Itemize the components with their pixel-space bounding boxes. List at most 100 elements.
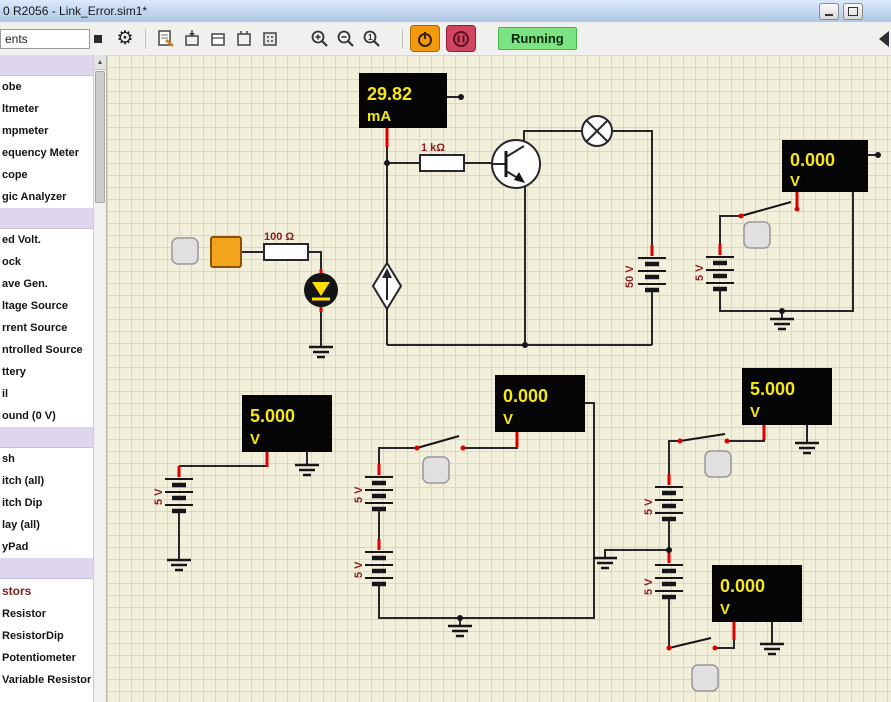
sidebar-item-probe[interactable]: obe [0, 76, 94, 98]
ground-symbol [448, 626, 472, 636]
battery-5v[interactable]: 5 V [694, 244, 734, 289]
battery-5v[interactable]: 5 V [353, 539, 393, 584]
ground-symbol [309, 347, 333, 357]
current-source[interactable] [373, 263, 401, 309]
sidebar-item-fixed-volt[interactable]: ed Volt. [0, 229, 94, 251]
resistor-label: 1 kΩ [421, 142, 445, 154]
sidebar-category-bar[interactable] [0, 55, 94, 76]
voltmeter-value: 5.000 [750, 379, 795, 399]
switch[interactable] [415, 436, 466, 451]
package-icon [234, 29, 254, 49]
lamp[interactable] [582, 116, 612, 146]
voltmeter-display[interactable]: 0.000 V [495, 375, 585, 432]
sidebar-item-switch-all[interactable]: itch (all) [0, 470, 94, 492]
open-box-button[interactable] [205, 26, 231, 52]
sidebar-item-ampmeter[interactable]: mpmeter [0, 120, 94, 142]
sidebar-item-keypad[interactable]: yPad [0, 536, 94, 558]
voltmeter-display[interactable]: 0.000 V [782, 140, 868, 192]
new-circuit-button[interactable] [179, 26, 205, 52]
battery-5v[interactable]: 5 V [643, 552, 683, 597]
switch[interactable] [678, 434, 730, 444]
sidebar-subcategory-resistors[interactable]: stors [0, 579, 94, 603]
svg-text:1: 1 [368, 33, 373, 42]
npn-transistor[interactable] [492, 140, 540, 188]
sidebar-item-logic-analyzer[interactable]: gic Analyzer [0, 186, 94, 208]
settings-button[interactable]: ⚙ [112, 26, 138, 52]
battery-5v[interactable]: 5 V [153, 466, 193, 511]
components-tab[interactable]: ents [0, 29, 90, 49]
sidebar-item-switch-dip[interactable]: itch Dip [0, 492, 94, 514]
sidebar-item-push[interactable]: sh [0, 448, 94, 470]
resistor-1k[interactable]: 1 kΩ [420, 142, 464, 171]
sidebar-item-voltmeter[interactable]: ltmeter [0, 98, 94, 120]
sidebar-item-frequency-meter[interactable]: equency Meter [0, 142, 94, 164]
dock-handle-icon[interactable] [94, 35, 102, 43]
pause-simulation-button[interactable] [446, 25, 476, 52]
zoom-out-button[interactable] [333, 26, 359, 52]
sidebar-scrollbar[interactable]: ▲ [93, 55, 106, 702]
ammeter-display[interactable]: 29.82 mA [359, 73, 447, 128]
voltmeter-display[interactable]: 5.000 V [742, 368, 832, 425]
sidebar-item-potentiometer[interactable]: Potentiometer [0, 647, 94, 669]
sidebar-item-battery[interactable]: ttery [0, 361, 94, 383]
sidebar-item-variable-resistor[interactable]: Variable Resistor [0, 669, 94, 691]
collapse-panel-icon[interactable] [879, 31, 889, 47]
battery-5v[interactable]: 5 V [643, 474, 683, 519]
voltmeter-unit: V [503, 411, 513, 428]
zoom-one-button[interactable]: 1 [359, 26, 385, 52]
switch-button[interactable] [692, 665, 718, 691]
scroll-up-icon[interactable]: ▲ [94, 55, 106, 70]
fixed-volt-source[interactable] [211, 237, 241, 267]
sidebar-item-resistordip[interactable]: ResistorDip [0, 625, 94, 647]
ammeter-value: 29.82 [367, 84, 412, 104]
voltmeter-value: 5.000 [250, 406, 295, 426]
box-arrow-icon [182, 29, 202, 49]
voltmeter-display[interactable]: 0.000 V [712, 565, 802, 622]
led[interactable] [304, 269, 338, 312]
dip-package-button[interactable] [257, 26, 283, 52]
switch-button[interactable] [744, 222, 770, 248]
sidebar-category-bar[interactable] [0, 427, 94, 448]
resistor-100[interactable]: 100 Ω [264, 231, 308, 260]
package-button[interactable] [231, 26, 257, 52]
battery-50v[interactable]: 50 V [624, 245, 666, 290]
sidebar-item-ground[interactable]: ound (0 V) [0, 405, 94, 427]
sidebar-item-current-source[interactable]: rrent Source [0, 317, 94, 339]
ammeter-unit: mA [367, 108, 391, 125]
ground-symbol [760, 644, 784, 654]
battery-label: 5 V [353, 561, 365, 578]
voltmeter-value: 0.000 [720, 576, 765, 596]
voltmeter-display[interactable]: 5.000 V [242, 395, 332, 452]
circuit-canvas[interactable]: 50 V 5 V 5 V 5 V [107, 55, 891, 702]
scrollbar-thumb[interactable] [95, 71, 105, 203]
switch[interactable] [739, 202, 800, 219]
zoom-in-button[interactable] [307, 26, 333, 52]
sidebar-category-bar[interactable] [0, 558, 94, 579]
sidebar-item-rail[interactable]: il [0, 383, 94, 405]
voltmeter-value: 0.000 [790, 150, 835, 170]
sidebar-category-bar[interactable] [0, 208, 94, 229]
switch-button[interactable] [705, 451, 731, 477]
pause-icon [452, 30, 470, 48]
fixed-volt-button[interactable] [172, 238, 198, 264]
maximize-button[interactable] [843, 3, 863, 20]
sidebar-item-controlled-source[interactable]: ntrolled Source [0, 339, 94, 361]
sidebar-item-wave-gen[interactable]: ave Gen. [0, 273, 94, 295]
power-circuit-button[interactable] [410, 25, 440, 52]
title-bar[interactable]: 0 R2056 - Link_Error.sim1* [0, 0, 891, 23]
sidebar-item-resistor[interactable]: Resistor [0, 603, 94, 625]
switch-button[interactable] [423, 457, 449, 483]
gear-icon: ⚙ [116, 29, 133, 48]
switch[interactable] [667, 638, 718, 651]
zoom-one-icon: 1 [362, 29, 382, 49]
minimize-button[interactable] [819, 3, 839, 20]
resistor-label: 100 Ω [264, 231, 294, 243]
sidebar-item-voltage-source[interactable]: ltage Source [0, 295, 94, 317]
sidebar-item-clock[interactable]: ock [0, 251, 94, 273]
sidebar-item-relay-all[interactable]: lay (all) [0, 514, 94, 536]
edit-subcircuit-button[interactable] [153, 26, 179, 52]
sidebar-item-oscope[interactable]: cope [0, 164, 94, 186]
battery-5v[interactable]: 5 V [353, 464, 393, 509]
voltmeter-unit: V [750, 404, 760, 421]
zoom-in-icon [310, 29, 330, 49]
